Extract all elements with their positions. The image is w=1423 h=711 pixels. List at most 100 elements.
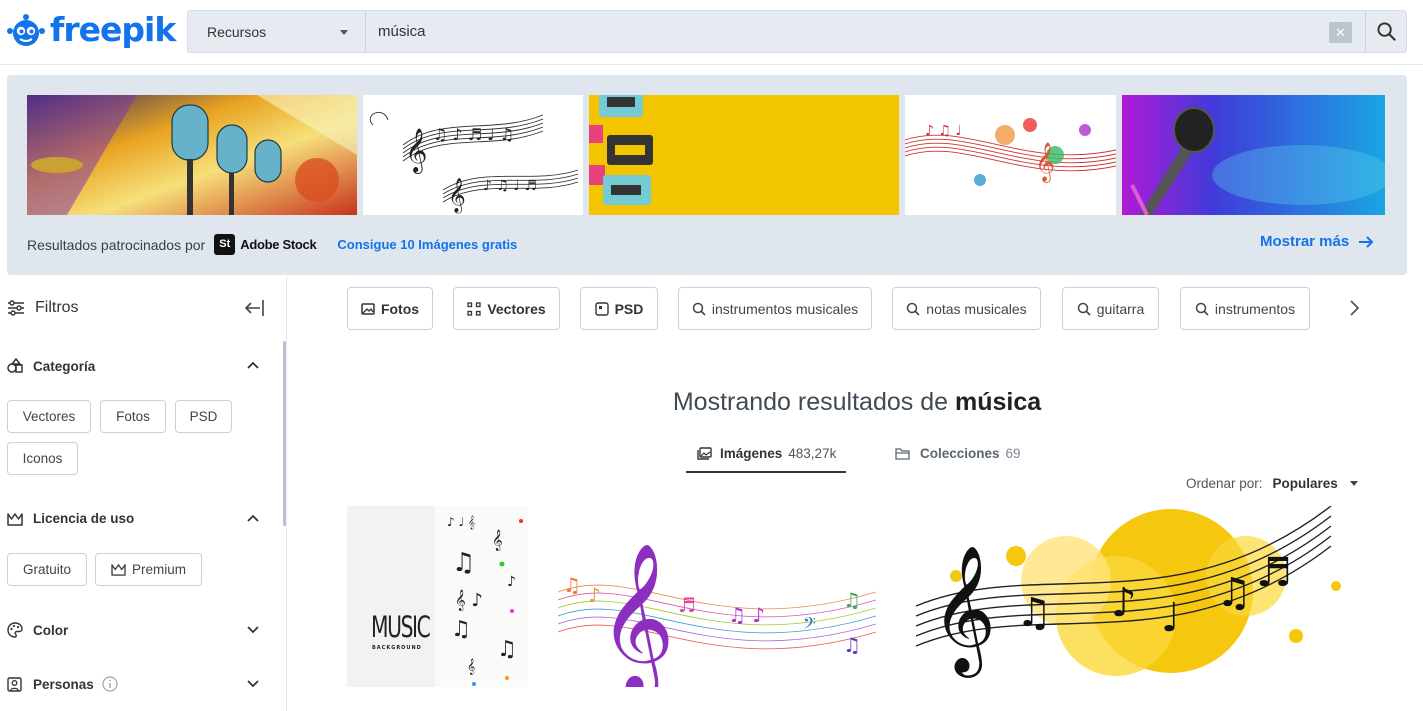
banner-image-music-notes[interactable]: 𝄞 𝄞 ♫ ♪ ♬ ♩ ♫ ♪ ♫ ♩ ♬ bbox=[363, 95, 583, 215]
collapse-left-icon bbox=[244, 300, 264, 316]
tag-label: notas musicales bbox=[926, 300, 1027, 317]
tag-label: Fotos bbox=[380, 300, 420, 317]
tab-images-count: 483,27k bbox=[788, 446, 837, 461]
collapse-sidebar-button[interactable] bbox=[244, 299, 265, 322]
svg-text:♫: ♫ bbox=[497, 637, 517, 662]
top-header: freepik Recursos ✕ bbox=[0, 0, 1423, 65]
tab-collections-label: Colecciones bbox=[920, 446, 1000, 461]
chevron-right-icon[interactable] bbox=[1349, 300, 1359, 316]
result-image-music-background[interactable]: ♪ ♩ 𝄞 ♫ 𝄞 𝄞 ♪ ♫ ♫ 𝄞 ♪ MUSIC BACKGROUND bbox=[347, 506, 528, 687]
brand-name: freepik bbox=[50, 10, 176, 49]
tag-label: instrumentos musicales bbox=[711, 300, 859, 317]
freepik-logo-icon bbox=[7, 13, 45, 46]
svg-text:𝄞: 𝄞 bbox=[598, 541, 675, 687]
resource-type-select[interactable]: Recursos bbox=[188, 11, 366, 52]
banner-image-cassettes[interactable] bbox=[589, 95, 899, 215]
sponsored-info: Resultados patrocinados por St Adobe Sto… bbox=[27, 234, 517, 255]
chevron-down-icon[interactable] bbox=[247, 680, 259, 688]
svg-text:𝄞: 𝄞 bbox=[931, 544, 996, 678]
sort-control[interactable]: Ordenar por: Populares bbox=[1186, 476, 1358, 491]
banner-image-microphone[interactable] bbox=[1122, 95, 1385, 215]
svg-text:𝄞: 𝄞 bbox=[467, 659, 475, 675]
category-section-label: Categoría bbox=[33, 358, 96, 374]
svg-text:♫: ♫ bbox=[452, 548, 475, 578]
svg-text:♬: ♬ bbox=[1256, 550, 1292, 596]
chevron-up-icon[interactable] bbox=[247, 514, 259, 522]
chevron-up-icon[interactable] bbox=[247, 361, 259, 369]
category-option-fotos[interactable]: Fotos bbox=[100, 400, 166, 433]
sidebar-scrollbar[interactable] bbox=[283, 341, 286, 526]
sponsored-label: Resultados patrocinados por bbox=[27, 236, 206, 253]
people-section-header[interactable]: Personas bbox=[7, 676, 118, 692]
show-more-link[interactable]: Mostrar más bbox=[1260, 233, 1374, 250]
banner-image-microphones[interactable] bbox=[27, 95, 357, 215]
thumb-background-text: BACKGROUND bbox=[372, 645, 422, 651]
tab-images-label: Imágenes bbox=[720, 446, 783, 461]
filters-header: Filtros bbox=[8, 299, 79, 317]
banner-image-colorful-notes[interactable]: 𝄞 ♪ ♫ ♩ bbox=[905, 95, 1116, 215]
color-section-header[interactable]: Color bbox=[7, 622, 68, 638]
tab-images[interactable]: Imágenes 483,27k bbox=[697, 446, 836, 461]
tag-label: PSD bbox=[614, 300, 644, 317]
svg-text:♪: ♪ bbox=[588, 583, 601, 607]
search-submit-button[interactable] bbox=[1365, 11, 1407, 52]
results-heading-query: música bbox=[954, 388, 1042, 416]
tag-guitarra[interactable]: guitarra bbox=[1062, 287, 1159, 330]
tag-notas-musicales[interactable]: notas musicales bbox=[892, 287, 1041, 330]
caret-down-icon bbox=[340, 30, 348, 35]
color-section-label: Color bbox=[33, 622, 69, 638]
search-icon bbox=[1377, 22, 1396, 41]
tag-label: instrumentos bbox=[1214, 300, 1296, 317]
tag-instrumentos[interactable]: instrumentos bbox=[1180, 287, 1310, 330]
shapes-icon bbox=[7, 358, 23, 373]
people-section-label: Personas bbox=[33, 676, 94, 692]
tag-psd[interactable]: PSD bbox=[580, 287, 658, 330]
tag-fotos[interactable]: Fotos bbox=[347, 287, 433, 330]
active-tab-underline bbox=[686, 471, 846, 473]
category-option-iconos[interactable]: Iconos bbox=[7, 442, 78, 475]
tag-label: Vectores bbox=[487, 300, 546, 317]
svg-text:♫: ♫ bbox=[1016, 590, 1052, 636]
filters-sidebar: Filtros Categoría Vectores Fotos PSD Ico… bbox=[0, 276, 287, 711]
result-image-colorful-notes[interactable]: 𝄞 ♫ ♪ ♬ ♫ ♪ 𝄢 ♫ ♫ bbox=[558, 522, 876, 687]
chevron-down-icon[interactable] bbox=[247, 626, 259, 634]
svg-text:♪: ♪ bbox=[507, 574, 516, 590]
search-icon bbox=[907, 302, 920, 316]
sliders-icon bbox=[8, 300, 24, 316]
tab-collections[interactable]: Colecciones 69 bbox=[895, 446, 1021, 461]
category-option-psd[interactable]: PSD bbox=[175, 400, 232, 433]
info-icon[interactable] bbox=[102, 676, 118, 692]
tag-instrumentos-musicales[interactable]: instrumentos musicales bbox=[678, 287, 872, 330]
license-option-premium[interactable]: Premium bbox=[95, 553, 202, 586]
psd-icon bbox=[594, 301, 609, 316]
category-option-vectores[interactable]: Vectores bbox=[7, 400, 91, 433]
results-heading-prefix: Mostrando resultados de bbox=[672, 388, 949, 416]
license-section-header[interactable]: Licencia de uso bbox=[7, 511, 134, 526]
search-bar: Recursos ✕ bbox=[187, 10, 1407, 53]
svg-text:𝄞: 𝄞 bbox=[405, 128, 427, 174]
svg-text:♪: ♪ bbox=[1111, 580, 1137, 626]
svg-text:𝄞: 𝄞 bbox=[492, 530, 503, 551]
search-icon bbox=[692, 302, 706, 316]
svg-text:𝄞: 𝄞 bbox=[448, 178, 466, 214]
thumb-music-text: MUSIC bbox=[371, 610, 431, 644]
adobe-stock-logo-icon: St bbox=[214, 234, 236, 255]
svg-text:♪ ♫ ♩ ♬: ♪ ♫ ♩ ♬ bbox=[483, 178, 537, 194]
crown-icon bbox=[7, 512, 23, 526]
tag-vectores[interactable]: Vectores bbox=[453, 287, 560, 330]
search-input[interactable] bbox=[378, 11, 1378, 52]
category-section-header[interactable]: Categoría bbox=[7, 358, 95, 374]
caret-down-icon bbox=[1349, 481, 1358, 486]
close-icon: ✕ bbox=[1335, 25, 1346, 40]
images-icon bbox=[697, 447, 712, 460]
clear-search-button[interactable]: ✕ bbox=[1329, 22, 1352, 43]
folder-icon bbox=[895, 448, 910, 460]
result-image-notes-yellow[interactable]: 𝄞 ♫ ♪ ♩ ♫ ♬ bbox=[916, 506, 1356, 687]
arrow-right-icon bbox=[1359, 235, 1374, 248]
free-images-link[interactable]: Consigue 10 Imágenes gratis bbox=[337, 237, 517, 252]
freepik-logo[interactable]: freepik bbox=[6, 10, 176, 49]
license-section-label: Licencia de uso bbox=[33, 511, 135, 526]
sponsored-banner: 𝄞 𝄞 ♫ ♪ ♬ ♩ ♫ ♪ ♫ ♩ ♬ 𝄞 ♪ ♫ ♩ Resultados… bbox=[7, 75, 1407, 275]
license-option-free[interactable]: Gratuito bbox=[7, 553, 87, 586]
svg-text:♩: ♩ bbox=[1161, 595, 1180, 641]
